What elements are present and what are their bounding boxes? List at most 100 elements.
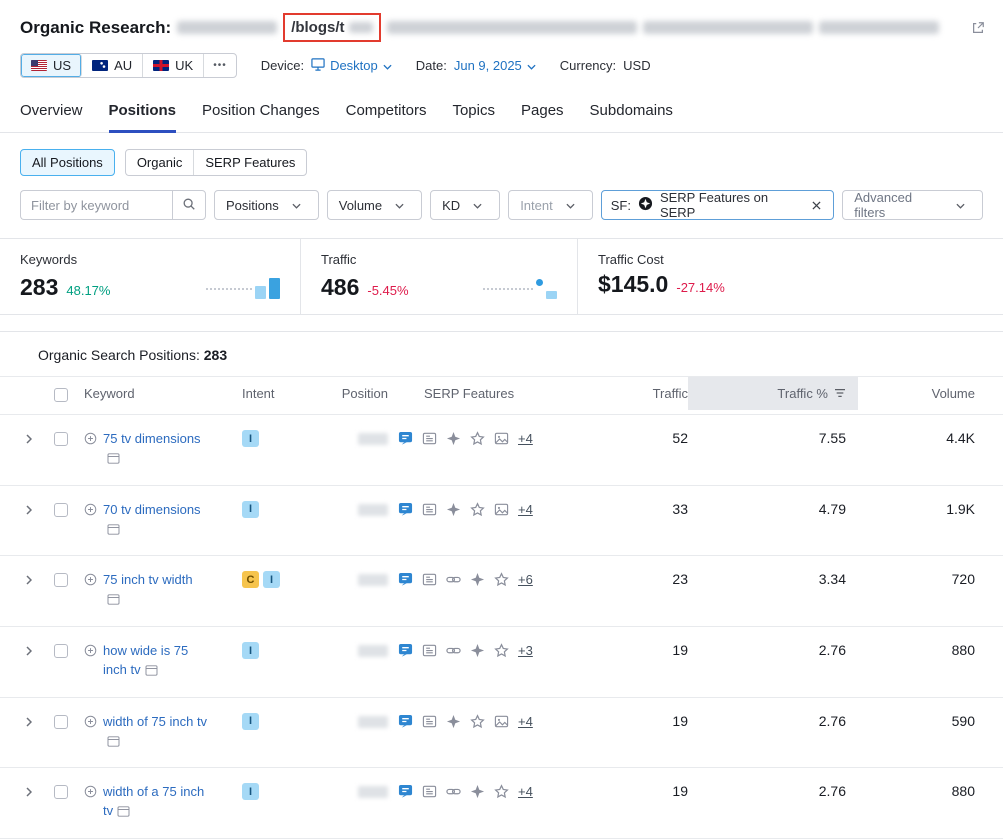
- tab-topics[interactable]: Topics: [452, 102, 495, 132]
- volume-value: 590: [858, 698, 975, 744]
- column-header-intent[interactable]: Intent: [226, 377, 302, 410]
- device-selector[interactable]: Desktop: [311, 58, 392, 74]
- expand-row-icon[interactable]: [20, 784, 38, 800]
- metric-label: Traffic: [321, 252, 557, 267]
- report-controls: USAUUK••• Device: Desktop Date: Jun 9, 2…: [0, 48, 1003, 88]
- volume-filter-dropdown[interactable]: Volume: [327, 190, 422, 220]
- sf-filter-value: SERP Features on SERP: [660, 190, 800, 220]
- intent-badge-i[interactable]: I: [242, 642, 259, 659]
- serp-more-link[interactable]: +4: [518, 431, 533, 446]
- search-button[interactable]: [172, 190, 206, 220]
- serp-more-link[interactable]: +4: [518, 714, 533, 729]
- tab-pages[interactable]: Pages: [521, 102, 564, 132]
- add-keyword-icon[interactable]: [84, 573, 97, 586]
- intent-badge-i[interactable]: I: [263, 571, 280, 588]
- serp-preview-icon[interactable]: [107, 592, 120, 611]
- column-header-serp-features[interactable]: SERP Features: [388, 377, 588, 410]
- kd-filter-dropdown[interactable]: KD: [430, 190, 500, 220]
- sort-descending-icon[interactable]: [834, 386, 846, 401]
- expand-row-icon[interactable]: [20, 714, 38, 730]
- serp-more-link[interactable]: +3: [518, 643, 533, 658]
- tab-position-changes[interactable]: Position Changes: [202, 102, 320, 132]
- filter-pill-all-positions[interactable]: All Positions: [20, 149, 115, 176]
- expand-row-icon[interactable]: [20, 572, 38, 588]
- intent-badge-i[interactable]: I: [242, 783, 259, 800]
- keyword-link[interactable]: 75 inch tv width: [103, 572, 193, 587]
- serp-preview-icon[interactable]: [107, 451, 120, 470]
- add-keyword-icon[interactable]: [84, 432, 97, 445]
- image-pack-icon: [494, 502, 509, 517]
- advanced-filters-dropdown[interactable]: Advanced filters: [842, 190, 983, 220]
- country-code: AU: [114, 58, 132, 73]
- intent-badge-i[interactable]: I: [242, 713, 259, 730]
- serp-features-cell: +3: [388, 627, 588, 673]
- volume-value: 1.9K: [858, 486, 975, 532]
- instant-answer-icon: [470, 784, 485, 799]
- table-row: 75 inch tv widthCI+6233.34720: [0, 556, 1003, 627]
- country-tab-us[interactable]: US: [21, 54, 82, 77]
- remove-sf-filter-button[interactable]: [809, 195, 824, 216]
- tab-overview[interactable]: Overview: [20, 102, 83, 132]
- more-countries-button[interactable]: •••: [204, 54, 236, 77]
- serp-preview-icon[interactable]: [107, 522, 120, 541]
- tab-positions[interactable]: Positions: [109, 102, 177, 133]
- add-keyword-icon[interactable]: [84, 715, 97, 728]
- redacted-domain-text: [177, 21, 277, 34]
- country-tab-uk[interactable]: UK: [143, 54, 204, 77]
- select-all-checkbox[interactable]: [54, 388, 68, 402]
- column-header-traffic[interactable]: Traffic: [588, 377, 688, 410]
- row-checkbox[interactable]: [54, 573, 68, 587]
- instant-answer-icon: [470, 643, 485, 658]
- serp-features-applied-filter[interactable]: SF: SERP Features on SERP: [601, 190, 835, 220]
- page-title: Organic Research:: [20, 18, 171, 38]
- flag-us-icon: [31, 60, 47, 71]
- expand-row-icon[interactable]: [20, 431, 38, 447]
- serp-more-link[interactable]: +4: [518, 784, 533, 799]
- add-keyword-icon[interactable]: [84, 503, 97, 516]
- expand-row-icon[interactable]: [20, 643, 38, 659]
- intent-badge-i[interactable]: I: [242, 501, 259, 518]
- reviews-star-icon: [494, 572, 509, 587]
- serp-preview-icon[interactable]: [117, 804, 130, 823]
- tab-competitors[interactable]: Competitors: [346, 102, 427, 132]
- filter-pill-organic[interactable]: Organic: [126, 150, 195, 175]
- add-keyword-icon[interactable]: [84, 644, 97, 657]
- row-checkbox[interactable]: [54, 503, 68, 517]
- highlighted-url-fragment: /blogs/t: [283, 13, 380, 42]
- column-header-position[interactable]: Position: [302, 377, 388, 410]
- external-link-icon[interactable]: [971, 21, 985, 35]
- row-checkbox[interactable]: [54, 644, 68, 658]
- featured-snippet-icon: [398, 572, 413, 587]
- intent-badge-i[interactable]: I: [242, 430, 259, 447]
- table-row: 75 tv dimensionsI+4527.554.4K: [0, 415, 1003, 486]
- filter-pill-serp-features[interactable]: SERP Features: [194, 150, 306, 175]
- serp-preview-icon[interactable]: [107, 734, 120, 753]
- serp-preview-icon[interactable]: [145, 663, 158, 682]
- column-header-traffic-pct[interactable]: Traffic %: [688, 377, 858, 410]
- row-checkbox[interactable]: [54, 432, 68, 446]
- keyword-link[interactable]: 70 tv dimensions: [103, 502, 201, 517]
- column-header-volume[interactable]: Volume: [858, 377, 975, 410]
- row-checkbox[interactable]: [54, 785, 68, 799]
- column-header-keyword[interactable]: Keyword: [84, 377, 226, 410]
- currency-control: Currency: USD: [560, 58, 651, 73]
- serp-more-link[interactable]: +4: [518, 502, 533, 517]
- row-checkbox[interactable]: [54, 715, 68, 729]
- instant-answer-icon: [446, 714, 461, 729]
- tab-subdomains[interactable]: Subdomains: [590, 102, 673, 132]
- traffic-pct-value: 7.55: [688, 415, 858, 461]
- keyword-filter-input[interactable]: [20, 190, 172, 220]
- keyword-link[interactable]: 75 tv dimensions: [103, 431, 201, 446]
- positions-filter-dropdown[interactable]: Positions: [214, 190, 319, 220]
- date-selector[interactable]: Jun 9, 2025: [454, 58, 536, 73]
- sf-prefix: SF:: [611, 198, 631, 213]
- intent-badges: I: [226, 768, 302, 815]
- expand-row-icon[interactable]: [20, 502, 38, 518]
- add-keyword-icon[interactable]: [84, 785, 97, 798]
- intent-badge-c[interactable]: C: [242, 571, 259, 588]
- intent-filter-dropdown[interactable]: Intent: [508, 190, 593, 220]
- keyword-link[interactable]: width of 75 inch tv: [103, 714, 207, 729]
- country-tab-au[interactable]: AU: [82, 54, 143, 77]
- positions-table-section: Organic Search Positions: 283 Keyword In…: [0, 331, 1003, 839]
- serp-more-link[interactable]: +6: [518, 572, 533, 587]
